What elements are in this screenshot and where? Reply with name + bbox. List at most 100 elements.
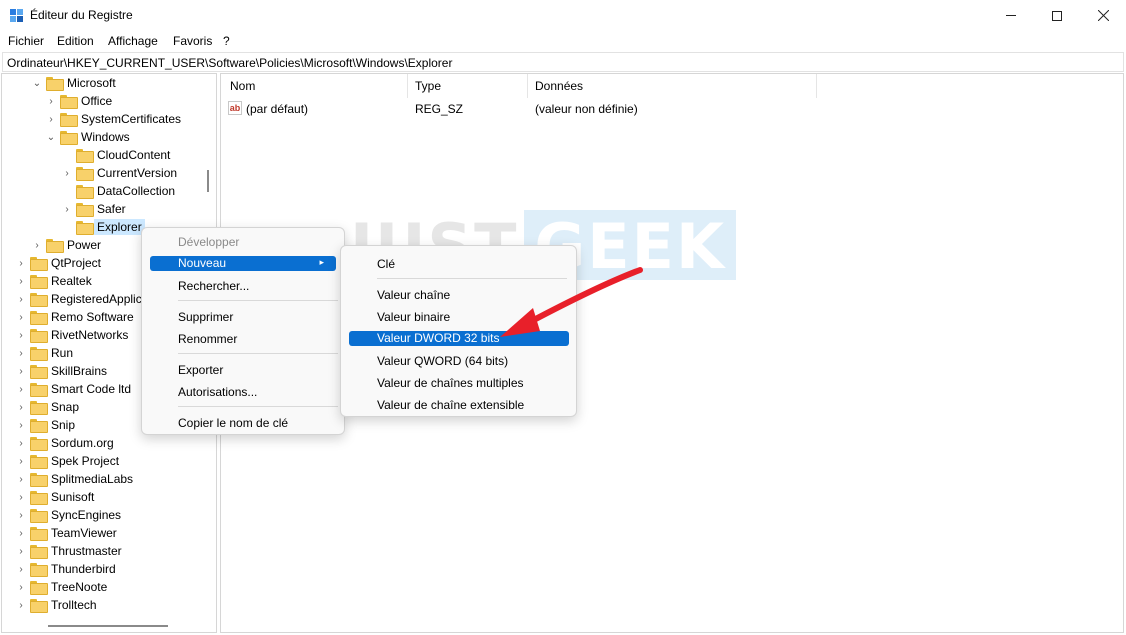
chevron-right-icon[interactable]: › [62, 200, 72, 218]
value-type: REG_SZ [415, 102, 464, 116]
chevron-right-icon[interactable]: › [16, 380, 26, 398]
chevron-right-icon[interactable]: › [16, 488, 26, 506]
tree-node[interactable]: › SplitmediaLabs [16, 470, 133, 488]
chevron-right-icon[interactable]: › [16, 470, 26, 488]
table-row[interactable]: ab (par défaut) REG_SZ (valeur non défin… [221, 100, 821, 118]
tree-node-power[interactable]: › Power [32, 236, 101, 254]
chevron-right-icon[interactable]: › [32, 236, 42, 254]
menu-item-autorisations[interactable]: Autorisations... [142, 384, 344, 400]
menu-item-valeur-extensible[interactable]: Valeur de chaîne extensible [341, 397, 576, 413]
chevron-right-icon[interactable]: › [16, 416, 26, 434]
folder-icon [30, 275, 48, 289]
menu-affichage[interactable]: Affichage [108, 34, 158, 48]
tree-node[interactable]: › QtProject [16, 254, 101, 272]
tree-node[interactable]: › RegisteredApplica [16, 290, 148, 308]
tree-node-safer[interactable]: › Safer [62, 200, 126, 218]
tree-node-microsoft[interactable]: ⌄ Microsoft [32, 74, 116, 92]
tree-node-office[interactable]: › Office [46, 92, 112, 110]
menu-item-valeur-chaine[interactable]: Valeur chaîne [341, 287, 576, 303]
menu-item-copier-nom-cle[interactable]: Copier le nom de clé [142, 415, 344, 431]
tree-node[interactable]: › Snip [16, 416, 75, 434]
chevron-down-icon[interactable]: ⌄ [32, 74, 42, 92]
chevron-right-icon[interactable]: › [16, 344, 26, 362]
tree-node[interactable]: › SkillBrains [16, 362, 107, 380]
tree-scrollbar-vertical[interactable] [207, 170, 209, 192]
folder-icon [30, 509, 48, 523]
menu-item-valeur-qword[interactable]: Valeur QWORD (64 bits) [341, 353, 576, 369]
chevron-right-icon[interactable]: › [16, 362, 26, 380]
chevron-right-icon[interactable]: › [16, 326, 26, 344]
menu-item-renommer[interactable]: Renommer [142, 331, 344, 347]
close-icon [1097, 10, 1109, 21]
tree-node-currentversion[interactable]: › CurrentVersion [62, 164, 177, 182]
tree-node[interactable]: › Run [16, 344, 73, 362]
menu-item-label: Valeur QWORD (64 bits) [377, 354, 509, 368]
tree-node[interactable]: › TeamViewer [16, 524, 117, 542]
tree-node[interactable]: › Remo Software [16, 308, 134, 326]
tree-node-windows[interactable]: ⌄ Windows [46, 128, 130, 146]
menu-favoris[interactable]: Favoris [173, 34, 212, 48]
chevron-down-icon[interactable]: ⌄ [46, 128, 56, 146]
tree-label: SystemCertificates [81, 112, 182, 126]
address-bar[interactable]: Ordinateur\HKEY_CURRENT_USER\Software\Po… [2, 52, 1124, 72]
tree-node[interactable]: › TreeNoote [16, 578, 107, 596]
tree-node[interactable]: › Smart Code ltd [16, 380, 131, 398]
menu-fichier[interactable]: Fichier [8, 34, 44, 48]
chevron-right-icon[interactable]: › [16, 272, 26, 290]
chevron-right-icon[interactable]: › [46, 92, 56, 110]
tree-node-systemcertificates[interactable]: › SystemCertificates [46, 110, 181, 128]
menu-item-valeur-binaire[interactable]: Valeur binaire [341, 309, 576, 325]
chevron-right-icon[interactable]: › [16, 524, 26, 542]
chevron-right-icon[interactable]: › [16, 254, 26, 272]
menu-item-supprimer[interactable]: Supprimer [142, 309, 344, 325]
column-header-type[interactable]: Type [415, 79, 441, 93]
tree-node[interactable]: › Sordum.org [16, 434, 114, 452]
chevron-right-icon[interactable]: › [16, 290, 26, 308]
context-menu: Développer Nouveau ▸ Rechercher... Suppr… [141, 227, 345, 435]
column-header-data[interactable]: Données [535, 79, 583, 93]
chevron-right-icon[interactable]: › [16, 560, 26, 578]
chevron-right-icon[interactable]: › [16, 452, 26, 470]
menu-item-rechercher[interactable]: Rechercher... [142, 278, 344, 294]
tree-scrollbar-horizontal[interactable] [48, 625, 168, 627]
tree-node-datacollection[interactable]: DataCollection [62, 182, 175, 200]
tree-node-explorer[interactable]: Explorer [62, 218, 145, 236]
tree-node[interactable]: › Realtek [16, 272, 92, 290]
close-button[interactable] [1080, 0, 1126, 31]
folder-icon [30, 599, 48, 613]
menu-item-valeur-multi[interactable]: Valeur de chaînes multiples [341, 375, 576, 391]
tree-node[interactable]: › Spek Project [16, 452, 119, 470]
folder-icon [30, 383, 48, 397]
tree-node[interactable]: › Trolltech [16, 596, 97, 614]
tree-node-cloudcontent[interactable]: CloudContent [62, 146, 170, 164]
tree-node[interactable]: › Sunisoft [16, 488, 94, 506]
column-header-name[interactable]: Nom [230, 79, 255, 93]
chevron-right-icon[interactable]: › [16, 596, 26, 614]
column-divider[interactable] [527, 74, 528, 98]
chevron-right-icon[interactable]: › [16, 398, 26, 416]
menu-item-cle[interactable]: Clé [341, 256, 576, 272]
tree-node[interactable]: › SyncEngines [16, 506, 121, 524]
minimize-button[interactable] [988, 0, 1034, 31]
folder-icon [30, 419, 48, 433]
chevron-right-icon[interactable]: › [46, 110, 56, 128]
tree-node[interactable]: › RivetNetworks [16, 326, 128, 344]
chevron-right-icon[interactable]: › [16, 506, 26, 524]
menu-edition[interactable]: Edition [57, 34, 94, 48]
chevron-right-icon[interactable]: › [16, 308, 26, 326]
chevron-right-icon[interactable]: › [16, 434, 26, 452]
chevron-right-icon[interactable]: › [16, 542, 26, 560]
menu-item-exporter[interactable]: Exporter [142, 362, 344, 378]
chevron-right-icon[interactable]: › [62, 164, 72, 182]
menu-item-valeur-dword[interactable]: Valeur DWORD 32 bits [349, 331, 569, 346]
column-divider[interactable] [407, 74, 408, 98]
tree-node[interactable]: › Thunderbird [16, 560, 116, 578]
tree-node[interactable]: › Snap [16, 398, 79, 416]
menu-item-nouveau[interactable]: Nouveau ▸ [150, 256, 336, 271]
chevron-right-icon[interactable]: › [16, 578, 26, 596]
maximize-button[interactable] [1034, 0, 1080, 31]
tree-node[interactable]: › Thrustmaster [16, 542, 122, 560]
column-divider[interactable] [816, 74, 817, 98]
menu-help[interactable]: ? [223, 34, 230, 48]
